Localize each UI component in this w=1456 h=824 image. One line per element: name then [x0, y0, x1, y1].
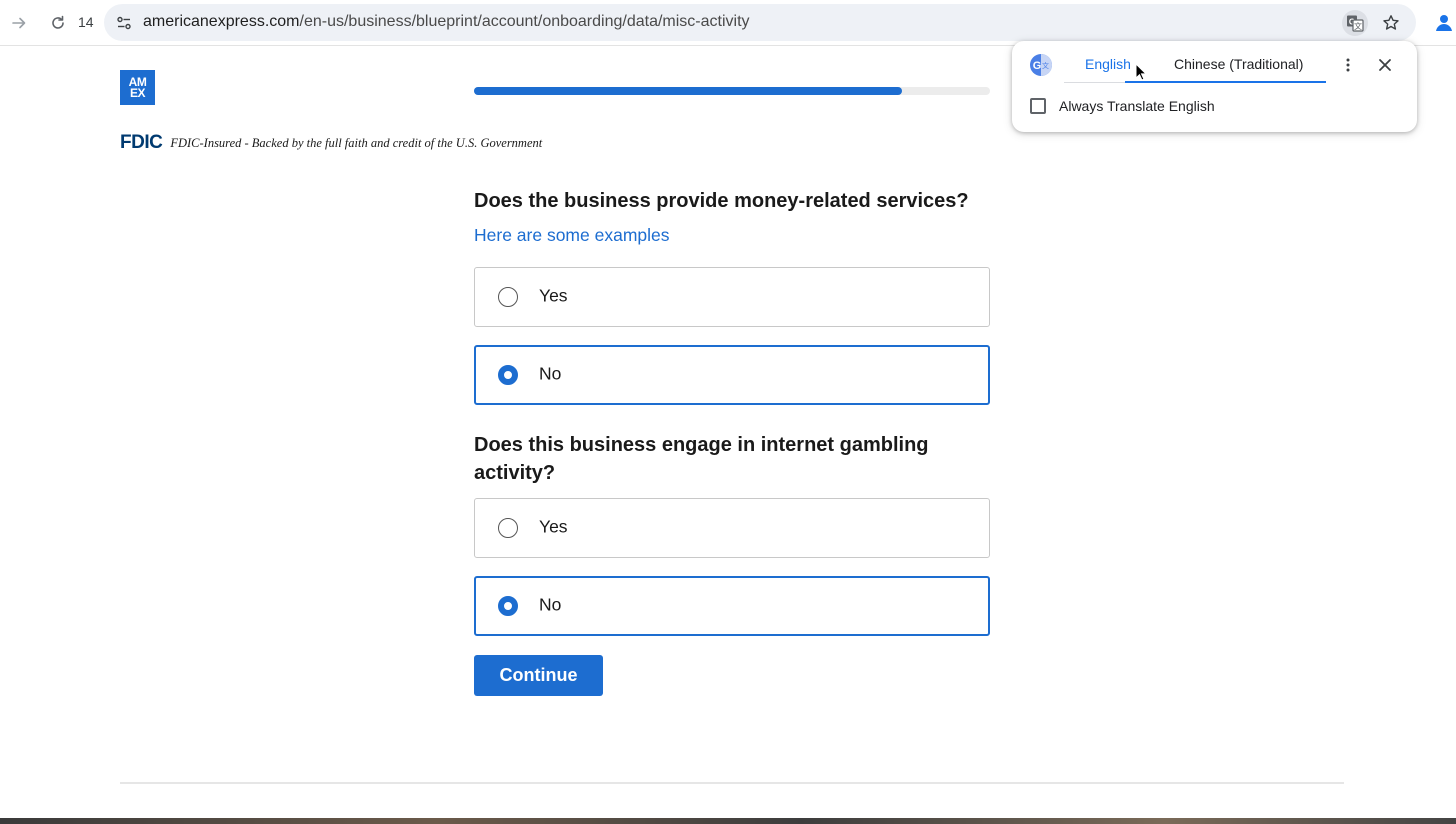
option-label: Yes [539, 516, 568, 537]
option-gambling-yes[interactable]: Yes [474, 498, 990, 558]
forward-icon[interactable] [7, 11, 31, 35]
translate-icon[interactable]: G 文 [1342, 10, 1368, 36]
option-label: No [539, 594, 562, 615]
reload-icon[interactable] [46, 11, 70, 35]
url-domain: americanexpress.com [143, 13, 300, 30]
examples-link[interactable]: Here are some examples [474, 225, 670, 246]
site-settings-icon[interactable] [112, 11, 136, 35]
translate-popup: G 文 English Chinese (Traditional) Always… [1012, 41, 1417, 132]
question-internet-gambling: Does this business engage in internet ga… [474, 434, 929, 484]
option-label: No [539, 363, 562, 384]
url-path: /en-us/business/blueprint/account/onboar… [299, 13, 750, 30]
fdic-logo: FDIC [120, 132, 163, 153]
logo-line-2: EX [129, 85, 146, 100]
always-translate-checkbox[interactable] [1030, 98, 1046, 114]
active-tab-indicator [1125, 81, 1326, 83]
footer-divider [120, 782, 1344, 784]
progress-bar [474, 87, 990, 95]
svg-text:文: 文 [1042, 61, 1049, 70]
option-label: Yes [539, 285, 568, 306]
mouse-cursor-icon [1135, 63, 1147, 81]
question-money-services: Does the business provide money-related … [474, 190, 969, 212]
radio-icon[interactable] [498, 287, 518, 307]
option-money-services-yes[interactable]: Yes [474, 267, 990, 327]
close-icon[interactable] [1373, 53, 1397, 77]
tab-source-language[interactable]: English [1085, 56, 1131, 72]
url-text[interactable]: americanexpress.com/en-us/business/bluep… [143, 13, 750, 31]
more-options-icon[interactable] [1336, 53, 1360, 77]
browser-toolbar: 14 americanexpress.com/en-us/business/bl… [0, 0, 1456, 46]
fdic-text: FDIC-Insured - Backed by the full faith … [170, 135, 543, 150]
option-gambling-no[interactable]: No [474, 576, 990, 636]
progress-fill [474, 87, 903, 95]
radio-icon[interactable] [498, 518, 518, 538]
bookmark-star-icon[interactable] [1378, 10, 1404, 36]
radio-selected-icon[interactable] [498, 596, 518, 616]
profile-icon[interactable] [1432, 10, 1456, 34]
continue-button[interactable]: Continue [474, 655, 603, 696]
always-translate-label: Always Translate English [1059, 98, 1215, 114]
svg-text:文: 文 [1354, 21, 1362, 31]
fdic-banner: FDIC FDIC-Insured - Backed by the full f… [120, 132, 543, 153]
radio-selected-icon[interactable] [498, 365, 518, 385]
dock-strip [0, 818, 1456, 824]
svg-text:G: G [1033, 60, 1042, 72]
google-translate-icon: G 文 [1030, 54, 1052, 76]
always-translate-row[interactable]: Always Translate English [1030, 98, 1215, 114]
amex-logo[interactable]: AM EX [120, 70, 155, 105]
option-money-services-no[interactable]: No [474, 345, 990, 405]
tab-target-language[interactable]: Chinese (Traditional) [1174, 56, 1303, 72]
tab-count[interactable]: 14 [78, 14, 94, 30]
tab-divider [1064, 82, 1125, 83]
address-bar[interactable]: americanexpress.com/en-us/business/bluep… [104, 4, 1416, 41]
